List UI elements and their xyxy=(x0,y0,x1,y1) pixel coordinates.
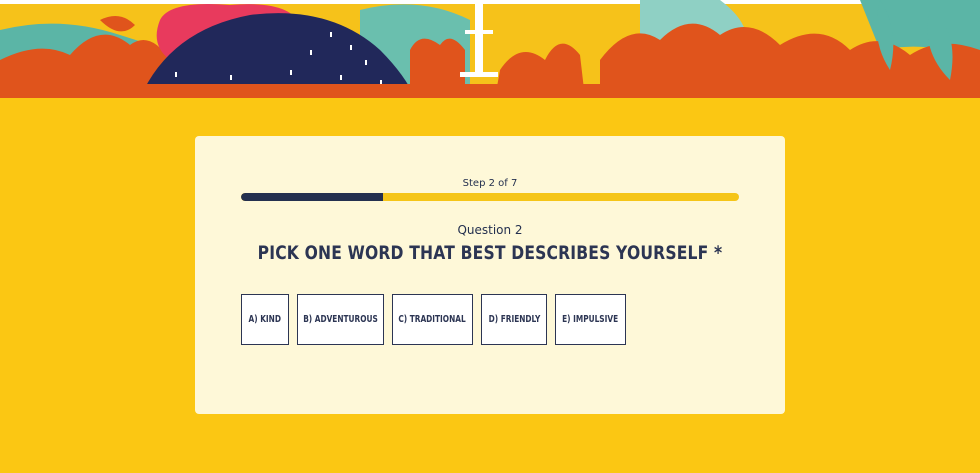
question-title: PICK ONE WORD THAT BEST DESCRIBES YOURSE… xyxy=(257,242,723,264)
option-label: E) IMPULSIVE xyxy=(562,314,619,325)
header-banner xyxy=(0,0,980,98)
progress-bar xyxy=(241,193,739,201)
option-b-button[interactable]: B) ADVENTUROUS xyxy=(297,294,384,345)
option-label: D) FRIENDLY xyxy=(488,314,540,325)
step-indicator: Step 2 of 7 xyxy=(462,178,518,189)
option-d-button[interactable]: D) FRIENDLY xyxy=(481,294,547,345)
quiz-card: Step 2 of 7 Question 2 PICK ONE WORD THA… xyxy=(195,136,785,414)
option-a-button[interactable]: A) KIND xyxy=(241,294,289,345)
option-e-button[interactable]: E) IMPULSIVE xyxy=(555,294,626,345)
option-label: A) KIND xyxy=(248,314,282,325)
option-c-button[interactable]: C) TRADITIONAL xyxy=(392,294,473,345)
option-label: C) TRADITIONAL xyxy=(398,314,467,325)
option-label: B) ADVENTUROUS xyxy=(303,314,378,325)
question-number: Question 2 xyxy=(457,223,523,237)
answer-options: A) KIND B) ADVENTUROUS C) TRADITIONAL D)… xyxy=(241,294,626,345)
decorative-illustration xyxy=(0,0,980,98)
progress-bar-fill xyxy=(241,193,384,201)
